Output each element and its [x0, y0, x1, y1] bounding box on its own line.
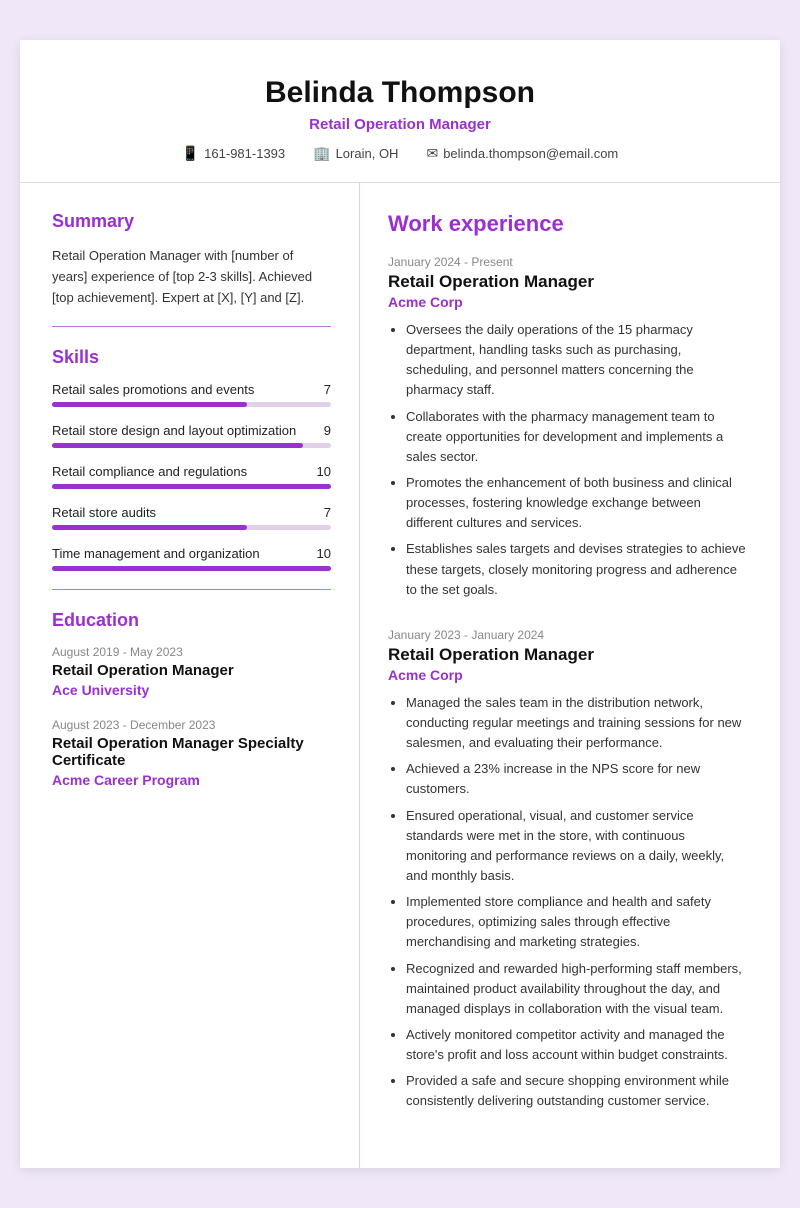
- skill-bar-fill: [52, 566, 331, 571]
- work-title: Retail Operation Manager: [388, 272, 748, 292]
- skills-list: Retail sales promotions and events 7 Ret…: [52, 382, 331, 571]
- location-text: Lorain, OH: [336, 146, 399, 161]
- skill-score: 10: [317, 464, 331, 479]
- edu-degree: Retail Operation Manager: [52, 662, 331, 679]
- work-experience-item: January 2023 - January 2024 Retail Opera…: [388, 628, 748, 1112]
- work-bullet: Managed the sales team in the distributi…: [406, 693, 748, 753]
- skill-name: Retail store audits: [52, 505, 156, 520]
- skill-score: 10: [317, 546, 331, 561]
- skill-bar-fill: [52, 443, 303, 448]
- skill-item: Retail store audits 7: [52, 505, 331, 530]
- work-date: January 2024 - Present: [388, 255, 748, 269]
- skill-item: Retail compliance and regulations 10: [52, 464, 331, 489]
- skill-name: Retail store design and layout optimizat…: [52, 423, 296, 438]
- header-name: Belinda Thompson: [60, 76, 740, 110]
- work-bullet: Promotes the enhancement of both busines…: [406, 473, 748, 533]
- work-bullet: Achieved a 23% increase in the NPS score…: [406, 759, 748, 799]
- header-section: Belinda Thompson Retail Operation Manage…: [20, 40, 780, 183]
- location-icon: 🏢: [313, 145, 330, 162]
- edu-school: Acme Career Program: [52, 772, 331, 788]
- skill-name: Time management and organization: [52, 546, 260, 561]
- work-company: Acme Corp: [388, 667, 748, 683]
- skill-bar-fill: [52, 402, 247, 407]
- skill-bar-background: [52, 566, 331, 571]
- work-bullet: Ensured operational, visual, and custome…: [406, 806, 748, 887]
- summary-title: Summary: [52, 211, 331, 232]
- education-list: August 2019 - May 2023 Retail Operation …: [52, 645, 331, 788]
- education-item: August 2019 - May 2023 Retail Operation …: [52, 645, 331, 698]
- email-icon: ✉: [426, 145, 438, 162]
- skill-item: Time management and organization 10: [52, 546, 331, 571]
- work-title: Retail Operation Manager: [388, 645, 748, 665]
- skill-bar-background: [52, 484, 331, 489]
- work-bullet: Oversees the daily operations of the 15 …: [406, 320, 748, 401]
- skills-title: Skills: [52, 347, 331, 368]
- email-text: belinda.thompson@email.com: [443, 146, 618, 161]
- work-date: January 2023 - January 2024: [388, 628, 748, 642]
- work-bullet: Provided a safe and secure shopping envi…: [406, 1071, 748, 1111]
- resume-container: Belinda Thompson Retail Operation Manage…: [20, 40, 780, 1168]
- edu-degree: Retail Operation Manager Specialty Certi…: [52, 735, 331, 769]
- summary-text: Retail Operation Manager with [number of…: [52, 246, 331, 308]
- work-experience-title: Work experience: [388, 211, 748, 237]
- work-bullets-list: Oversees the daily operations of the 15 …: [388, 320, 748, 600]
- skill-bar-background: [52, 443, 331, 448]
- phone-icon: 📱: [182, 145, 199, 162]
- work-bullet: Recognized and rewarded high-performing …: [406, 959, 748, 1019]
- skill-name: Retail sales promotions and events: [52, 382, 254, 397]
- skill-bar-background: [52, 525, 331, 530]
- work-bullets-list: Managed the sales team in the distributi…: [388, 693, 748, 1112]
- contact-email: ✉ belinda.thompson@email.com: [426, 145, 618, 162]
- header-contact: 📱 161-981-1393 🏢 Lorain, OH ✉ belinda.th…: [60, 145, 740, 162]
- edu-date: August 2019 - May 2023: [52, 645, 331, 659]
- skill-bar-background: [52, 402, 331, 407]
- skill-score: 9: [324, 423, 331, 438]
- work-bullet: Establishes sales targets and devises st…: [406, 539, 748, 599]
- education-title: Education: [52, 610, 331, 631]
- work-bullet: Collaborates with the pharmacy managemen…: [406, 407, 748, 467]
- skill-bar-fill: [52, 484, 331, 489]
- edu-date: August 2023 - December 2023: [52, 718, 331, 732]
- skill-item: Retail store design and layout optimizat…: [52, 423, 331, 448]
- edu-school: Ace University: [52, 682, 331, 698]
- skill-score: 7: [324, 505, 331, 520]
- summary-divider: [52, 326, 331, 327]
- education-item: August 2023 - December 2023 Retail Opera…: [52, 718, 331, 788]
- skills-divider: [52, 589, 331, 590]
- work-bullet: Implemented store compliance and health …: [406, 892, 748, 952]
- skill-name: Retail compliance and regulations: [52, 464, 247, 479]
- skill-bar-fill: [52, 525, 247, 530]
- header-title: Retail Operation Manager: [60, 116, 740, 133]
- right-column: Work experience January 2024 - Present R…: [360, 183, 780, 1168]
- phone-number: 161-981-1393: [204, 146, 285, 161]
- left-column: Summary Retail Operation Manager with [n…: [20, 183, 360, 1168]
- work-experience-list: January 2024 - Present Retail Operation …: [388, 255, 748, 1112]
- work-company: Acme Corp: [388, 294, 748, 310]
- skill-score: 7: [324, 382, 331, 397]
- work-experience-item: January 2024 - Present Retail Operation …: [388, 255, 748, 600]
- contact-phone: 📱 161-981-1393: [182, 145, 285, 162]
- skill-item: Retail sales promotions and events 7: [52, 382, 331, 407]
- work-bullet: Actively monitored competitor activity a…: [406, 1025, 748, 1065]
- contact-location: 🏢 Lorain, OH: [313, 145, 398, 162]
- body-section: Summary Retail Operation Manager with [n…: [20, 183, 780, 1168]
